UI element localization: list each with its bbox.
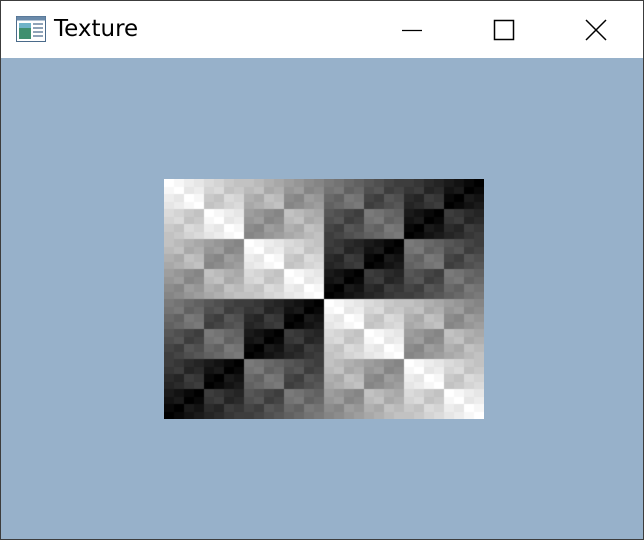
maximize-button[interactable]: [458, 1, 550, 58]
maximize-icon: [493, 19, 515, 40]
texture-window: Texture: [0, 0, 644, 540]
window-title: Texture: [54, 16, 139, 42]
texture-image: [164, 179, 484, 419]
close-icon: [585, 18, 607, 41]
close-button[interactable]: [550, 1, 642, 58]
title-bar[interactable]: Texture: [1, 1, 643, 58]
minimize-button[interactable]: [366, 1, 458, 58]
window-app-icon: [16, 16, 46, 42]
client-area: [1, 58, 643, 539]
minimize-icon: [402, 29, 422, 31]
